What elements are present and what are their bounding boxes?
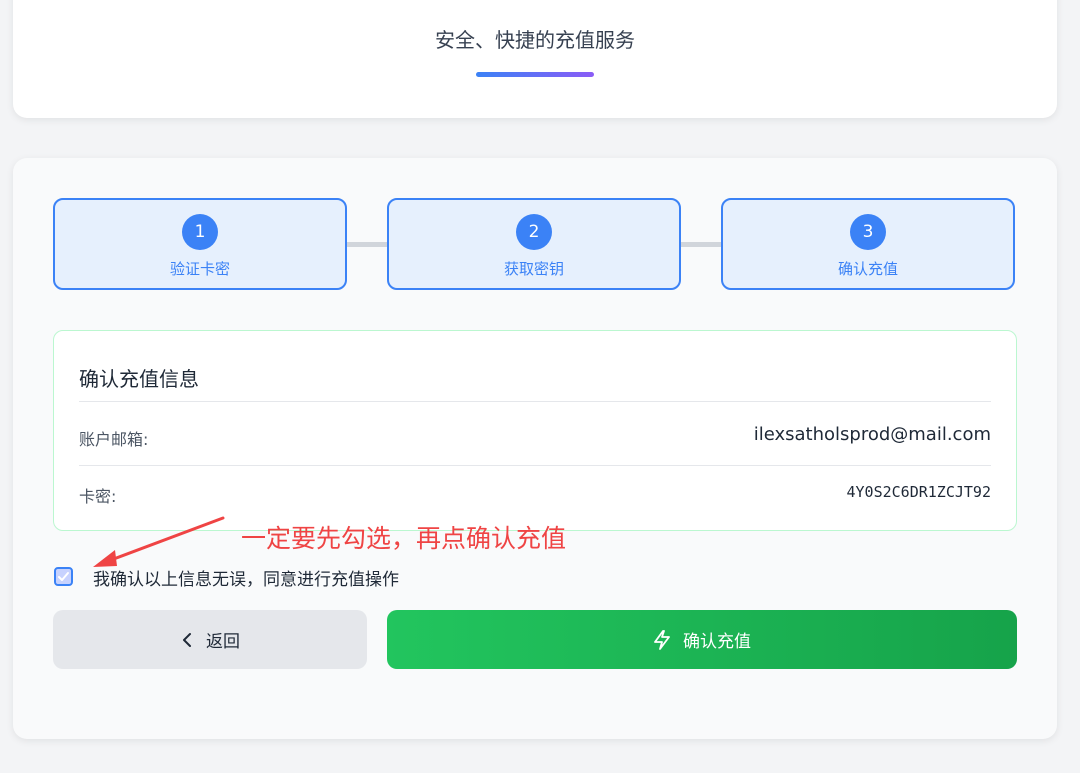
agreement-checkbox[interactable] bbox=[54, 567, 73, 586]
step-get-key: 2 获取密钥 bbox=[387, 198, 681, 290]
chevron-left-icon bbox=[180, 632, 194, 648]
email-label: 账户邮箱: bbox=[79, 430, 149, 449]
confirm-recharge-button[interactable]: 确认充值 bbox=[387, 610, 1017, 669]
step-label: 验证卡密 bbox=[169, 260, 230, 278]
confirm-info-title: 确认充值信息 bbox=[79, 367, 199, 391]
recharge-card: 1 验证卡密 2 获取密钥 3 确认充值 确认充值信息 账户邮箱: ilexsa… bbox=[13, 158, 1057, 739]
step-number: 2 bbox=[516, 214, 552, 250]
email-value: ilexsatholsprod@mail.com bbox=[753, 424, 991, 445]
step-label: 获取密钥 bbox=[503, 260, 564, 278]
step-number: 1 bbox=[182, 214, 218, 250]
agreement-label[interactable]: 我确认以上信息无误，同意进行充值操作 bbox=[93, 565, 399, 590]
header-card: 安全、快捷的充值服务 bbox=[13, 0, 1057, 118]
back-button-label: 返回 bbox=[206, 632, 240, 651]
step-label: 确认充值 bbox=[837, 260, 898, 278]
card-key-value: 4Y0S2C6DR1ZCJT92 bbox=[846, 483, 992, 501]
step-confirm-recharge: 3 确认充值 bbox=[721, 198, 1015, 290]
confirm-button-label: 确认充值 bbox=[683, 632, 751, 651]
back-button[interactable]: 返回 bbox=[53, 610, 367, 669]
step-connector bbox=[347, 242, 389, 247]
lightning-icon bbox=[653, 629, 671, 650]
divider bbox=[79, 465, 991, 466]
divider bbox=[79, 401, 991, 402]
card-key-label: 卡密: bbox=[79, 487, 117, 506]
checkmark-icon bbox=[58, 572, 69, 581]
step-connector bbox=[681, 242, 723, 247]
page-subtitle: 安全、快捷的充值服务 bbox=[435, 28, 635, 52]
subtitle-underline bbox=[476, 72, 594, 77]
step-verify-card: 1 验证卡密 bbox=[53, 198, 347, 290]
annotation-text: 一定要先勾选，再点确认充值 bbox=[241, 524, 567, 553]
confirm-info-panel: 确认充值信息 账户邮箱: ilexsatholsprod@mail.com 卡密… bbox=[53, 330, 1017, 531]
step-number: 3 bbox=[850, 214, 886, 250]
